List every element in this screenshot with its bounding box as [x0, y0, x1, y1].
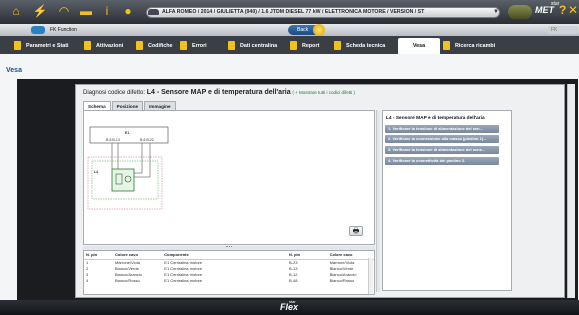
tab-label: Codifiche [148, 42, 173, 49]
ecu-pins-right: B-6 B-22 [140, 138, 154, 142]
tab-label: Dati centralina [240, 42, 278, 49]
table-scrollbar[interactable] [368, 258, 373, 294]
tab-label: Parametri e Stati [26, 42, 69, 49]
ecu-label: E1 [125, 131, 129, 135]
chevron-down-icon[interactable]: ▼ [493, 9, 499, 15]
tab-schema[interactable]: Schema [83, 101, 111, 110]
parameters-icon [14, 41, 21, 50]
cell: B-48 [288, 277, 298, 283]
diagnosis-label: Diagnosi codice difetto: [83, 90, 146, 96]
car-function-icon[interactable] [31, 26, 45, 34]
vertical-splitter[interactable] [376, 110, 380, 292]
parts-icon [443, 41, 450, 50]
procedure-step-4[interactable]: 4. Verificare la connettività del piedin… [385, 157, 499, 165]
column-header[interactable]: Componente [162, 251, 287, 260]
ecu-box [89, 126, 169, 144]
tab-label: Report [302, 42, 320, 49]
help-icon[interactable]: ? [559, 3, 566, 17]
wiring-diagram: E1 B-8 B-13 B-6 B-22 L4 [87, 126, 169, 210]
cell: E1 Centralina motore [164, 277, 203, 283]
tab-scheda-tecnica[interactable]: Scheda tecnica [334, 39, 385, 52]
info-icon[interactable]: i [99, 3, 115, 19]
vehicle-car-icon [148, 9, 159, 15]
tab-immagine[interactable]: Immagine [144, 101, 176, 110]
cell: Bianco/Rosso [115, 277, 140, 283]
cell: 4 [86, 277, 89, 283]
vehicle-selector[interactable]: ALFA ROMEO / 2014 / GIULIETTA (940) / 1.… [146, 7, 500, 18]
tab-errori[interactable]: Errori [180, 39, 207, 52]
flexstar-logo-star: star [289, 299, 296, 304]
vehicle-label: ALFA ROMEO / 2014 / GIULIETTA (940) / 1.… [162, 9, 425, 15]
tab-parametri[interactable]: Parametri e Stati [14, 39, 69, 52]
coding-icon [136, 41, 143, 50]
page-scrollbar[interactable] [567, 84, 575, 298]
diagnosis-header: Diagnosi codice difetto: L4 - Sensore MA… [83, 89, 355, 96]
tools-icon[interactable]: ✕ [568, 3, 578, 17]
tab-ricerca-ricambi[interactable]: Ricerca ricambi [443, 39, 495, 52]
inner-tabs: Schema Posizione Immagine [83, 101, 176, 110]
warning-icon [180, 41, 187, 50]
sub-right-control[interactable]: FK [548, 26, 578, 34]
wiring-schema: E1 B-8 B-13 B-6 B-22 L4 [83, 110, 375, 245]
brand-logo [508, 5, 532, 19]
table-header-row: N. pin Colore cavo Componente N. pin Col… [84, 251, 374, 260]
tab-label: Scheda tecnica [346, 42, 386, 49]
tab-label: Ricerca ricambi [455, 42, 496, 49]
tab-report[interactable]: Report [290, 39, 319, 52]
show-all-codes-link[interactable]: ( + Mostrare tutti i codici difetti ) [292, 90, 355, 95]
tab-label: Attivazioni [96, 42, 124, 49]
tab-label: Errori [192, 42, 207, 49]
report-icon [290, 41, 297, 50]
home-icon[interactable]: ⌂ [8, 3, 24, 19]
ecu-data-icon [228, 41, 235, 50]
procedure-title: L4 - Sensore MAP e di temperatura dell'a… [386, 116, 485, 121]
tab-label: Vesa [412, 43, 426, 49]
back-indicator-icon [313, 24, 325, 36]
print-button[interactable]: 🖶 [349, 226, 363, 236]
wifi-icon[interactable]: ◠ [56, 3, 72, 19]
tab-codifiche[interactable]: Codifiche [136, 39, 173, 52]
procedure-step-3[interactable]: 3. Verificare la tensione di alimentazio… [385, 146, 499, 154]
pin-table: N. pin Colore cavo Componente N. pin Col… [84, 251, 374, 283]
splitter-grip-icon[interactable] [226, 246, 232, 248]
sensor-label: L4 [94, 170, 98, 174]
globe-icon[interactable]: ● [120, 3, 136, 19]
tab-vesa[interactable]: Vesa [398, 38, 440, 54]
column-header[interactable]: N. pin [286, 251, 328, 260]
fault-code-title: L4 - Sensore MAP e di temperatura dell'a… [146, 89, 291, 96]
ecu-pins-left: B-8 B-13 [106, 138, 120, 142]
tab-posizione[interactable]: Posizione [111, 101, 144, 110]
procedure-step-2[interactable]: 2. Verificare la connessione alla massa … [385, 135, 499, 143]
procedure-step-1[interactable]: 1. Verificare la tensione di alimentazio… [385, 125, 499, 133]
column-header[interactable]: N. pin [84, 251, 113, 260]
activation-icon [84, 41, 91, 50]
datasheet-icon [334, 41, 341, 50]
pin-table-container: N. pin Colore cavo Componente N. pin Col… [83, 250, 375, 295]
tab-attivazioni[interactable]: Attivazioni [84, 39, 123, 52]
car-icon[interactable]: ⚡ [32, 3, 48, 19]
page-title: Vesa [6, 67, 22, 74]
tab-dati-centralina[interactable]: Dati centralina [228, 39, 277, 52]
table-row[interactable]: 4 Bianco/Rosso E1 Centralina motore B-48… [84, 277, 374, 283]
column-header[interactable]: Colore cavo [113, 251, 163, 260]
folder-icon[interactable]: ▬ [78, 3, 94, 19]
functions-label[interactable]: FK Function [50, 27, 77, 33]
